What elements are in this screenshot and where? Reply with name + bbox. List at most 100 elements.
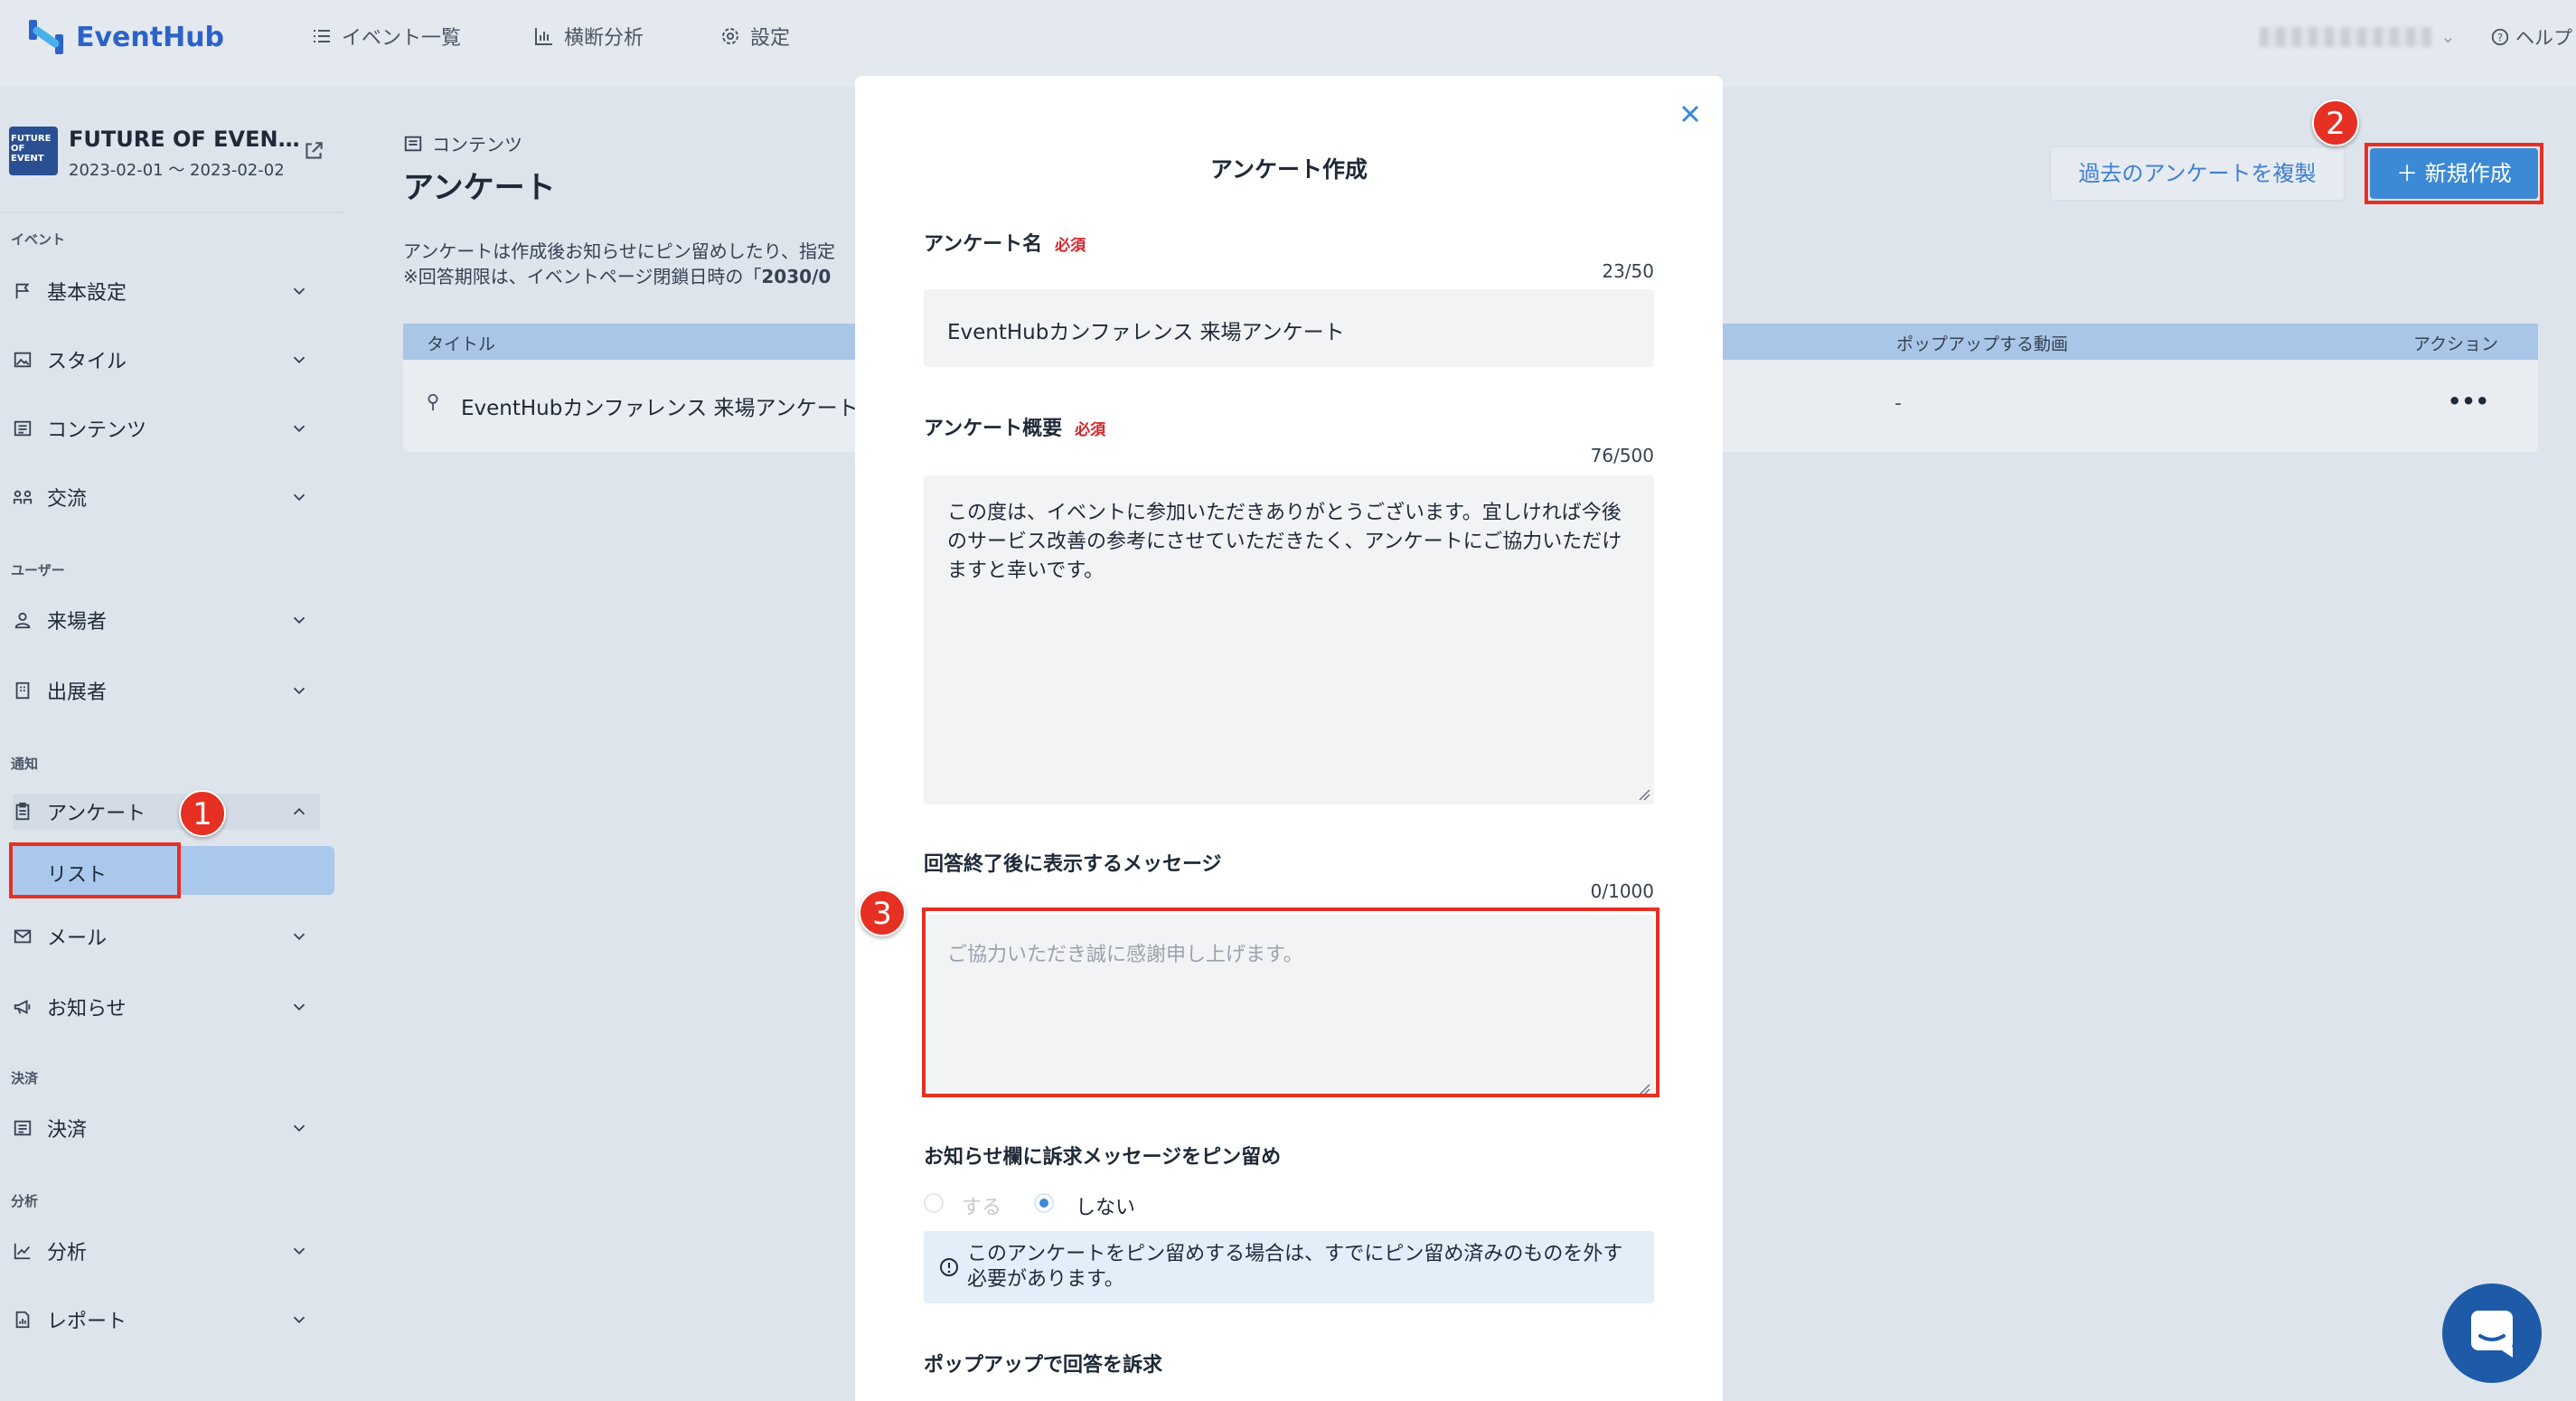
survey-name-label-text: アンケート名	[924, 233, 1043, 256]
chevron-down-icon	[293, 1247, 306, 1255]
chevron-down-icon	[293, 1003, 306, 1011]
sidebar-item-visitors[interactable]: 来場者	[13, 602, 320, 638]
survey-desc-label: アンケート概要 必須	[924, 412, 1105, 441]
sidebar-item-report[interactable]: レポート	[13, 1302, 320, 1338]
desc2-bold: 2030/0	[761, 266, 832, 287]
sidebar-item-label: スタイル	[47, 351, 127, 373]
row-popup-video: -	[1894, 392, 1902, 415]
chevron-down-icon	[293, 687, 306, 695]
highlight-box-new	[2364, 143, 2543, 204]
resize-handle-icon[interactable]	[1638, 788, 1650, 801]
row-title[interactable]: EventHubカンファレンス 来場アンケート	[461, 390, 859, 421]
mail-icon	[14, 929, 32, 944]
chevron-down-icon	[293, 494, 306, 502]
external-link-icon[interactable]	[302, 139, 325, 163]
desc2-prefix: ※回答期限は、イベントページ閉鎖日時の「	[403, 266, 762, 287]
required-badge: 必須	[1055, 237, 1086, 255]
sidebar-item-label: 出展者	[47, 682, 108, 704]
chevron-down-icon	[293, 425, 306, 433]
sidebar-item-exhibitors[interactable]: 出展者	[13, 672, 320, 709]
line-chart-icon	[14, 1243, 31, 1260]
chevron-down-icon	[293, 616, 306, 625]
survey-name-input[interactable]: EventHubカンファレンス 来場アンケート	[924, 289, 1654, 367]
chevron-down-icon	[293, 1316, 306, 1324]
section-event: イベント	[11, 231, 66, 248]
user-icon	[14, 612, 31, 629]
modal-title: アンケート作成	[1209, 156, 1368, 183]
copy-past-survey-button[interactable]: 過去のアンケートを複製	[2050, 146, 2345, 201]
sidebar-item-label: アンケート	[47, 803, 146, 825]
sidebar-item-label: メール	[47, 927, 108, 950]
chevron-up-icon	[293, 807, 306, 815]
pin-no-radio[interactable]	[1034, 1193, 1054, 1213]
survey-desc-textarea[interactable]: この度は、イベントに参加いただきありがとうございます。宜しければ今後のサービス改…	[924, 475, 1654, 804]
more-actions-icon[interactable]: •••	[2448, 389, 2489, 414]
nav-cross-analysis[interactable]: 横断分析	[533, 22, 644, 51]
highlight-box-list	[9, 842, 181, 898]
nav-event-list-label: イベント一覧	[342, 27, 462, 50]
logo[interactable]: EventHub	[25, 16, 224, 58]
survey-name-label: アンケート名 必須	[924, 228, 1086, 257]
finish-message-label: 回答終了後に表示するメッセージ	[924, 853, 1222, 876]
help-icon: ?	[2491, 28, 2509, 46]
sidebar-item-mail[interactable]: メール	[13, 918, 320, 954]
event-thumbnail: FUTURE OF EVENT	[9, 127, 58, 175]
sidebar-item-label: 基本設定	[47, 282, 127, 305]
pin-info-box: このアンケートをピン留めする場合は、すでにピン留め済みのものを外す 必要があります…	[924, 1231, 1654, 1303]
help-link[interactable]: ? ヘルプ	[2490, 24, 2572, 51]
sidebar-item-survey[interactable]: アンケート	[13, 794, 320, 830]
section-payment: 決済	[11, 1070, 39, 1086]
sidebar-item-notices[interactable]: お知らせ	[13, 989, 320, 1025]
sidebar-item-label: レポート	[47, 1311, 127, 1333]
breadcrumb-label: コンテンツ	[432, 134, 522, 155]
pin-message-label: お知らせ欄に訴求メッセージをピン留め	[924, 1146, 1282, 1169]
nav-event-list[interactable]: イベント一覧	[311, 22, 461, 51]
sidebar-item-label: 決済	[47, 1119, 88, 1142]
highlight-box-message	[922, 907, 1659, 1097]
popup-label: ポップアップで回答を訴求	[924, 1354, 1163, 1377]
building-icon	[15, 682, 30, 700]
step-badge-3: 3	[859, 889, 906, 936]
page-description-line1: アンケートは作成後お知らせにピン留めしたり、指定	[403, 240, 835, 262]
close-icon[interactable]	[1676, 99, 1705, 128]
megaphone-icon	[14, 1000, 31, 1014]
section-notify: 通知	[11, 756, 39, 772]
image-icon	[14, 352, 32, 368]
event-title: FUTURE OF EVEN…	[69, 127, 300, 152]
flag-icon	[15, 283, 30, 299]
sidebar-item-contents[interactable]: コンテンツ	[13, 410, 320, 447]
chat-launcher-button[interactable]	[2442, 1283, 2542, 1383]
sidebar-divider	[0, 212, 343, 213]
survey-desc-value: この度は、イベントに参加いただきありがとうございます。宜しければ今後のサービス改…	[947, 502, 1622, 582]
finish-message-counter: 0/1000	[1590, 880, 1654, 902]
nav-cross-analysis-label: 横断分析	[564, 27, 644, 50]
col-action: アクション	[2413, 334, 2499, 354]
key-icon	[428, 393, 438, 411]
chevron-down-icon	[293, 356, 306, 364]
page-description-line2: ※回答期限は、イベントページ閉鎖日時の「2030/0	[403, 262, 831, 288]
sidebar-item-payment[interactable]: 決済	[13, 1110, 320, 1146]
nav-settings[interactable]: 設定	[719, 22, 790, 51]
sidebar-item-label: コンテンツ	[47, 419, 147, 442]
user-name-blurred[interactable]	[2260, 27, 2431, 47]
sidebar-item-basic-settings[interactable]: 基本設定	[13, 273, 320, 309]
chevron-down-icon[interactable]: ⌄	[2440, 25, 2456, 47]
event-thumbnail-text: FUTURE OF EVENT	[11, 134, 52, 164]
survey-name-counter: 23/50	[1602, 260, 1654, 282]
sidebar-item-analysis[interactable]: 分析	[13, 1233, 320, 1269]
help-label: ヘルプ	[2515, 27, 2572, 49]
section-user: ユーザー	[11, 562, 65, 578]
section-analysis: 分析	[11, 1193, 39, 1209]
content-icon	[14, 420, 32, 437]
chevron-down-icon	[293, 1124, 306, 1133]
report-icon	[15, 1311, 30, 1329]
pin-info-line1: このアンケートをピン留めする場合は、すでにピン留め済みのものを外す	[967, 1243, 1623, 1265]
pin-yes-radio[interactable]	[924, 1193, 944, 1213]
sidebar-item-style[interactable]: スタイル	[13, 342, 320, 378]
page-title: アンケート	[403, 170, 556, 206]
sidebar-item-label: 分析	[47, 1242, 88, 1265]
step-badge-1: 1	[179, 790, 226, 837]
col-popup-video: ポップアップする動画	[1896, 334, 2069, 354]
sidebar-item-exchange[interactable]: 交流	[13, 479, 320, 515]
info-icon	[940, 1258, 958, 1276]
